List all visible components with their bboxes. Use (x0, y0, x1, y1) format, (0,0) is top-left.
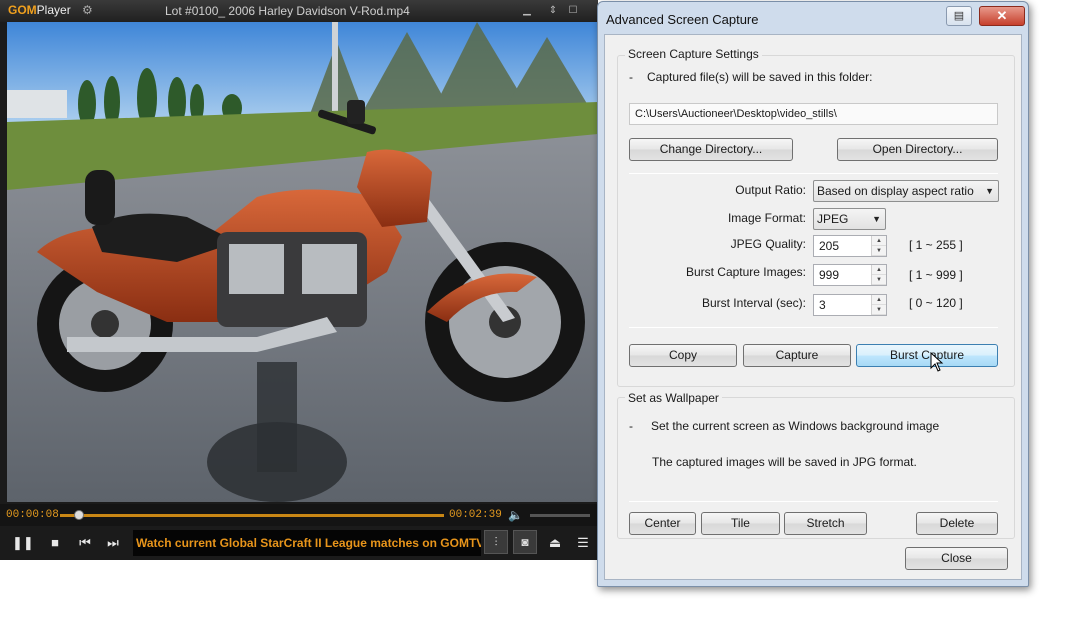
wallpaper-group-title: Set as Wallpaper (625, 391, 722, 405)
stop-icon[interactable]: ■ (46, 534, 64, 552)
center-button[interactable]: Center (629, 512, 696, 535)
stretch-button[interactable]: Stretch (784, 512, 867, 535)
delete-button[interactable]: Delete (916, 512, 998, 535)
spin-up-icon: ▲ (872, 265, 886, 275)
burst-interval-label: Burst Interval (sec): (701, 296, 806, 310)
output-ratio-select[interactable]: Based on display aspect ratio ▼ (813, 180, 999, 202)
wallpaper-note-1: Set the current screen as Windows backgr… (651, 419, 940, 433)
advanced-screen-capture-dialog: Advanced Screen Capture ▤ ✕ Screen Captu… (597, 1, 1029, 587)
wallpaper-note-2: The captured images will be saved in JPG… (652, 455, 917, 469)
equalizer-icon[interactable]: ⫶ (484, 530, 508, 554)
image-format-label: Image Format: (727, 211, 806, 225)
separator (629, 501, 998, 502)
chevron-down-icon: ▼ (985, 186, 994, 196)
bullet: - (629, 70, 633, 84)
gom-player-window: GOMPlayer ⚙ Lot #0100_ 2006 Harley David… (0, 0, 598, 560)
seek-track[interactable] (60, 514, 444, 517)
spin-down-icon: ▼ (872, 275, 886, 285)
video-still-motorcycle (7, 22, 598, 502)
news-ticker[interactable]: Watch current Global StarCraft II League… (133, 530, 481, 556)
spin-up-icon: ▲ (872, 236, 886, 246)
close-button[interactable]: Close (905, 547, 1008, 570)
burst-interval-range: [ 0 ~ 120 ] (909, 296, 963, 310)
burst-images-label: Burst Capture Images: (685, 265, 806, 279)
resize-icon[interactable]: ⇕ (546, 4, 560, 18)
eject-icon[interactable]: ⏏ (546, 534, 564, 552)
jpeg-quality-range: [ 1 ~ 255 ] (909, 238, 963, 252)
jpeg-quality-label: JPEG Quality: (730, 237, 806, 251)
camera-icon[interactable]: ◙ (513, 530, 537, 554)
separator (629, 327, 998, 328)
spin-up-icon: ▲ (872, 295, 886, 305)
bullet: - (629, 419, 633, 433)
player-title: Lot #0100_ 2006 Harley Davidson V-Rod.mp… (165, 4, 410, 18)
pause-icon[interactable]: ❚❚ (12, 534, 34, 552)
jpeg-quality-stepper[interactable]: 205 ▲ ▼ (813, 235, 887, 257)
next-icon[interactable]: ⏭ (104, 534, 122, 552)
menu-icon[interactable]: ☰ (574, 534, 592, 552)
options-icon[interactable]: ▤ (946, 6, 972, 26)
burst-images-range: [ 1 ~ 999 ] (909, 268, 963, 282)
minimize-icon[interactable]: ▁ (520, 4, 534, 18)
open-directory-button[interactable]: Open Directory... (837, 138, 998, 161)
gear-icon[interactable]: ⚙ (82, 3, 93, 17)
spin-down-icon: ▼ (872, 246, 886, 256)
capture-button[interactable]: Capture (743, 344, 851, 367)
burst-images-stepper[interactable]: 999 ▲ ▼ (813, 264, 887, 286)
dialog-client-area: Screen Capture Settings - Captured file(… (604, 34, 1022, 580)
volume-icon[interactable]: 🔈 (508, 508, 523, 522)
change-directory-button[interactable]: Change Directory... (629, 138, 793, 161)
gom-logo: GOMPlayer (8, 3, 71, 17)
image-format-select[interactable]: JPEG ▼ (813, 208, 886, 230)
close-icon[interactable]: ✕ (979, 6, 1025, 26)
dialog-title: Advanced Screen Capture (606, 12, 759, 27)
settings-group-title: Screen Capture Settings (625, 47, 762, 61)
maximize-icon[interactable]: ☐ (566, 4, 580, 18)
burst-capture-button[interactable]: Burst Capture (856, 344, 998, 367)
burst-interval-stepper[interactable]: 3 ▲ ▼ (813, 294, 887, 316)
volume-slider[interactable] (530, 514, 590, 517)
seek-knob[interactable] (74, 510, 85, 520)
video-frame[interactable] (7, 22, 598, 502)
chevron-down-icon: ▼ (872, 214, 881, 224)
output-ratio-label: Output Ratio: (735, 183, 806, 197)
spin-down-icon: ▼ (872, 305, 886, 315)
mouse-cursor-icon (930, 352, 944, 372)
player-controls: ❚❚ ■ ⏮ ⏭ Watch current Global StarCraft … (0, 526, 598, 560)
time-current: 00:00:08 (6, 509, 59, 521)
time-total: 00:02:39 (449, 509, 502, 521)
save-note: Captured file(s) will be saved in this f… (647, 70, 873, 84)
previous-icon[interactable]: ⏮ (76, 534, 94, 552)
seek-bar[interactable]: 00:00:08 00:02:39 🔈 (0, 504, 598, 526)
separator (629, 173, 998, 174)
tile-button[interactable]: Tile (701, 512, 780, 535)
directory-path-field[interactable]: C:\Users\Auctioneer\Desktop\video_stills… (629, 103, 998, 125)
copy-button[interactable]: Copy (629, 344, 737, 367)
player-title-bar[interactable]: GOMPlayer ⚙ Lot #0100_ 2006 Harley David… (0, 0, 598, 22)
